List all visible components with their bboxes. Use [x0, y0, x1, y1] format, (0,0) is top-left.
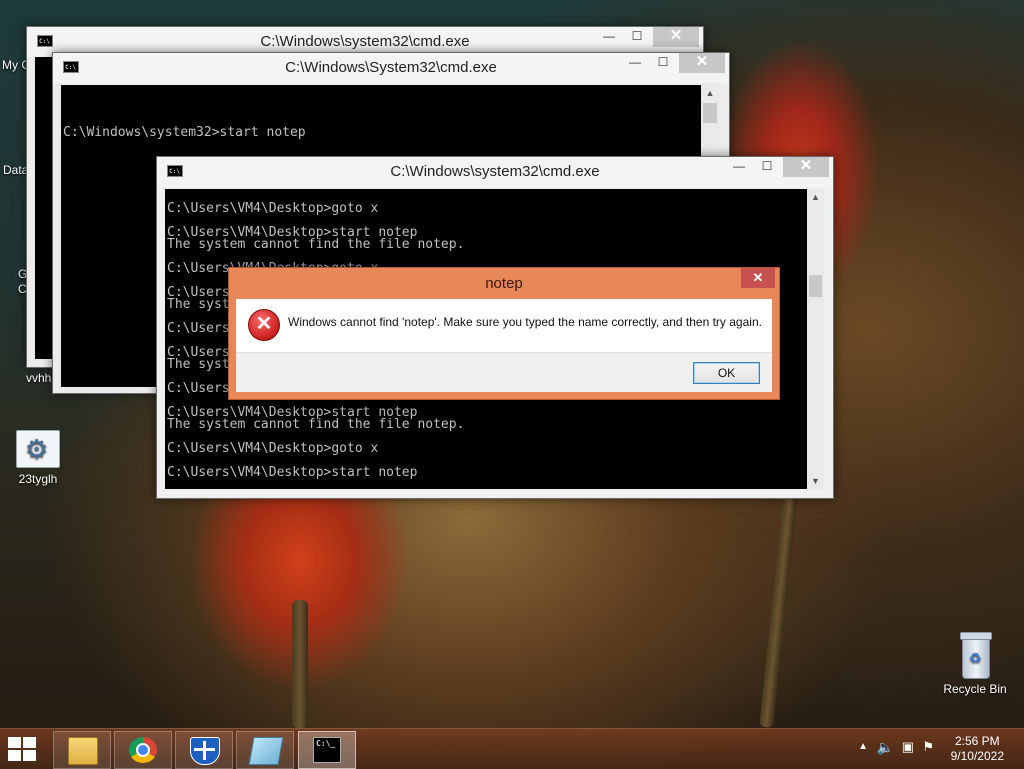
- scroll-thumb[interactable]: [809, 275, 822, 297]
- shield-icon: [190, 737, 220, 765]
- chrome-icon: [129, 737, 157, 763]
- taskbar-chrome[interactable]: [114, 731, 172, 769]
- scroll-down-icon[interactable]: ▼: [807, 473, 824, 489]
- dialog-title: notep: [485, 275, 523, 292]
- dialog-close-button[interactable]: ✕: [741, 268, 775, 288]
- recycle-bin-icon: ♻: [958, 632, 992, 679]
- desktop-icon-recycle-bin[interactable]: ♻ Recycle Bin: [939, 632, 1011, 696]
- maximize-button[interactable]: ☐: [623, 27, 651, 47]
- console-line: The system cannot find the file notep.: [167, 237, 465, 252]
- taskbar: C:\_ ▲ 🔈 ▣ ⚑ 2:56 PM 9/10/2022: [0, 728, 1024, 769]
- ok-button[interactable]: OK: [693, 362, 760, 384]
- start-button[interactable]: [8, 737, 38, 761]
- volume-muted-icon[interactable]: 🔈: [877, 739, 894, 756]
- vertical-scrollbar[interactable]: ▲ ▼: [807, 189, 824, 489]
- minimize-button[interactable]: —: [725, 157, 753, 177]
- dialog-body: ✕ Windows cannot find 'notep'. Make sure…: [236, 299, 772, 352]
- close-button[interactable]: ✕: [653, 27, 699, 47]
- taskbar-cmd[interactable]: C:\_: [298, 731, 356, 769]
- console-line: C:\Users\VM4\Desktop>goto x: [167, 441, 379, 456]
- cmd-window-front-titlebar[interactable]: C:\ C:\Windows\system32\cmd.exe — ☐ ✕: [157, 157, 833, 187]
- taskbar-file-explorer[interactable]: [53, 731, 111, 769]
- desktop-icon-23tyglh[interactable]: 23tyglh: [2, 430, 74, 486]
- scroll-up-icon[interactable]: ▲: [807, 189, 824, 205]
- scroll-thumb[interactable]: [703, 103, 717, 123]
- clock-date: 9/10/2022: [950, 749, 1004, 763]
- notepad-icon: [248, 737, 284, 765]
- desktop-icon-label: 23tyglh: [18, 472, 58, 486]
- minimize-button[interactable]: —: [621, 53, 649, 73]
- taskbar-notepad[interactable]: [236, 731, 294, 769]
- console-line: C:\Users\VM4\Desktop>goto x: [167, 201, 379, 216]
- clock-time: 2:56 PM: [954, 734, 1000, 748]
- close-button[interactable]: ✕: [783, 157, 829, 177]
- desktop-icon-data-partial[interactable]: Data: [3, 163, 28, 177]
- cmd-icon: C:\_: [313, 737, 341, 763]
- error-icon: ✕: [248, 309, 280, 341]
- file-explorer-icon: [68, 737, 98, 765]
- show-hidden-icons-icon[interactable]: ▲: [858, 741, 868, 752]
- wallpaper-stem: [759, 479, 799, 729]
- minimize-button[interactable]: —: [595, 27, 623, 47]
- dialog-message: Windows cannot find 'notep'. Make sure y…: [288, 315, 762, 329]
- taskbar-defender[interactable]: [175, 731, 233, 769]
- console-line: The system cannot find the file notep.: [167, 417, 465, 432]
- desktop-icon-vvhh-partial[interactable]: vvhh: [26, 371, 51, 385]
- maximize-button[interactable]: ☐: [753, 157, 781, 177]
- windows-logo-icon: [8, 737, 21, 748]
- cmd-window-middle-titlebar[interactable]: C:\ C:\Windows\System32\cmd.exe — ☐ ✕: [53, 53, 729, 83]
- settings-gear-icon: [16, 430, 60, 468]
- scroll-up-icon[interactable]: ▲: [701, 85, 719, 101]
- console-line: C:\Windows\system32>start notep: [63, 125, 306, 140]
- dialog-footer: OK: [236, 352, 772, 392]
- wallpaper-stem: [292, 600, 308, 728]
- taskbar-clock[interactable]: 2:56 PM 9/10/2022: [951, 734, 1004, 764]
- network-icon[interactable]: ▣: [902, 739, 914, 755]
- maximize-button[interactable]: ☐: [649, 53, 677, 73]
- console-line: C:\Users\VM4\Desktop>start notep: [167, 465, 418, 480]
- error-dialog[interactable]: notep ✕ ✕ Windows cannot find 'notep'. M…: [228, 267, 780, 400]
- close-button[interactable]: ✕: [679, 53, 725, 73]
- desktop-icon-label: Recycle Bin: [943, 682, 1007, 696]
- action-center-flag-icon[interactable]: ⚑: [922, 739, 934, 755]
